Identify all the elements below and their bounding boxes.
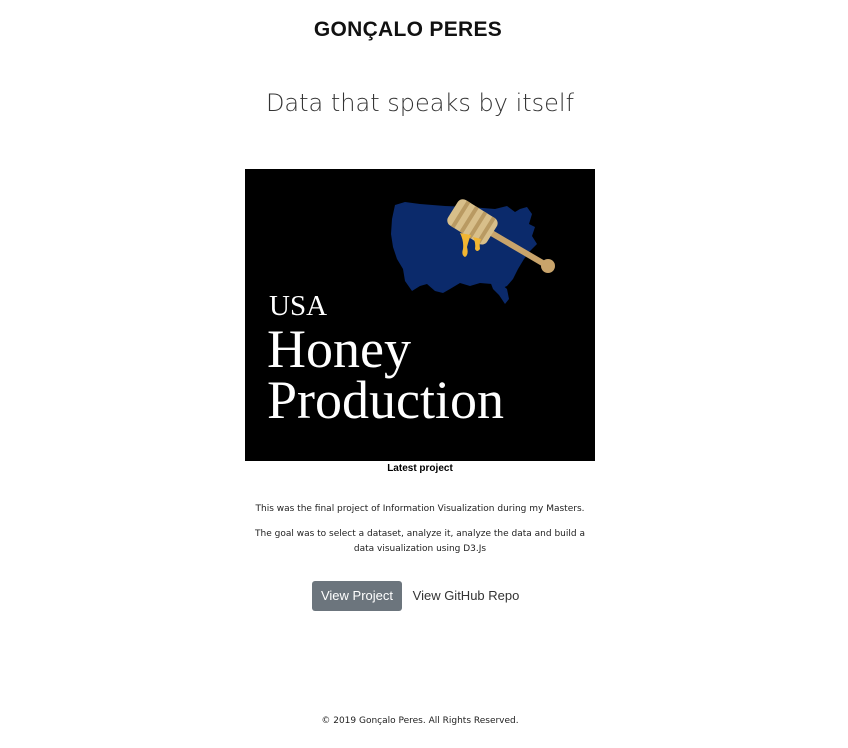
image-text-production: Production (267, 370, 504, 430)
tagline: Data that speaks by itself (265, 89, 575, 117)
image-text-usa: USA (269, 290, 327, 322)
view-github-repo-link[interactable]: View GitHub Repo (410, 581, 522, 611)
project-goal: The goal was to select a dataset, analyz… (255, 529, 585, 554)
project-description: This was the final project of Informatio… (255, 504, 585, 514)
view-project-button[interactable]: View Project (312, 581, 402, 611)
image-caption: Latest project (387, 463, 453, 474)
dipper-handle-end (541, 259, 555, 273)
footer-copyright: © 2019 Gonçalo Peres. All Rights Reserve… (321, 716, 519, 726)
usa-honey-production-graphic: USA Honey Production (245, 169, 595, 461)
page: GONÇALO PERES Data that speaks by itself (0, 0, 848, 748)
project-image[interactable]: USA Honey Production (245, 169, 595, 461)
site-title[interactable]: GONÇALO PERES (0, 18, 816, 42)
